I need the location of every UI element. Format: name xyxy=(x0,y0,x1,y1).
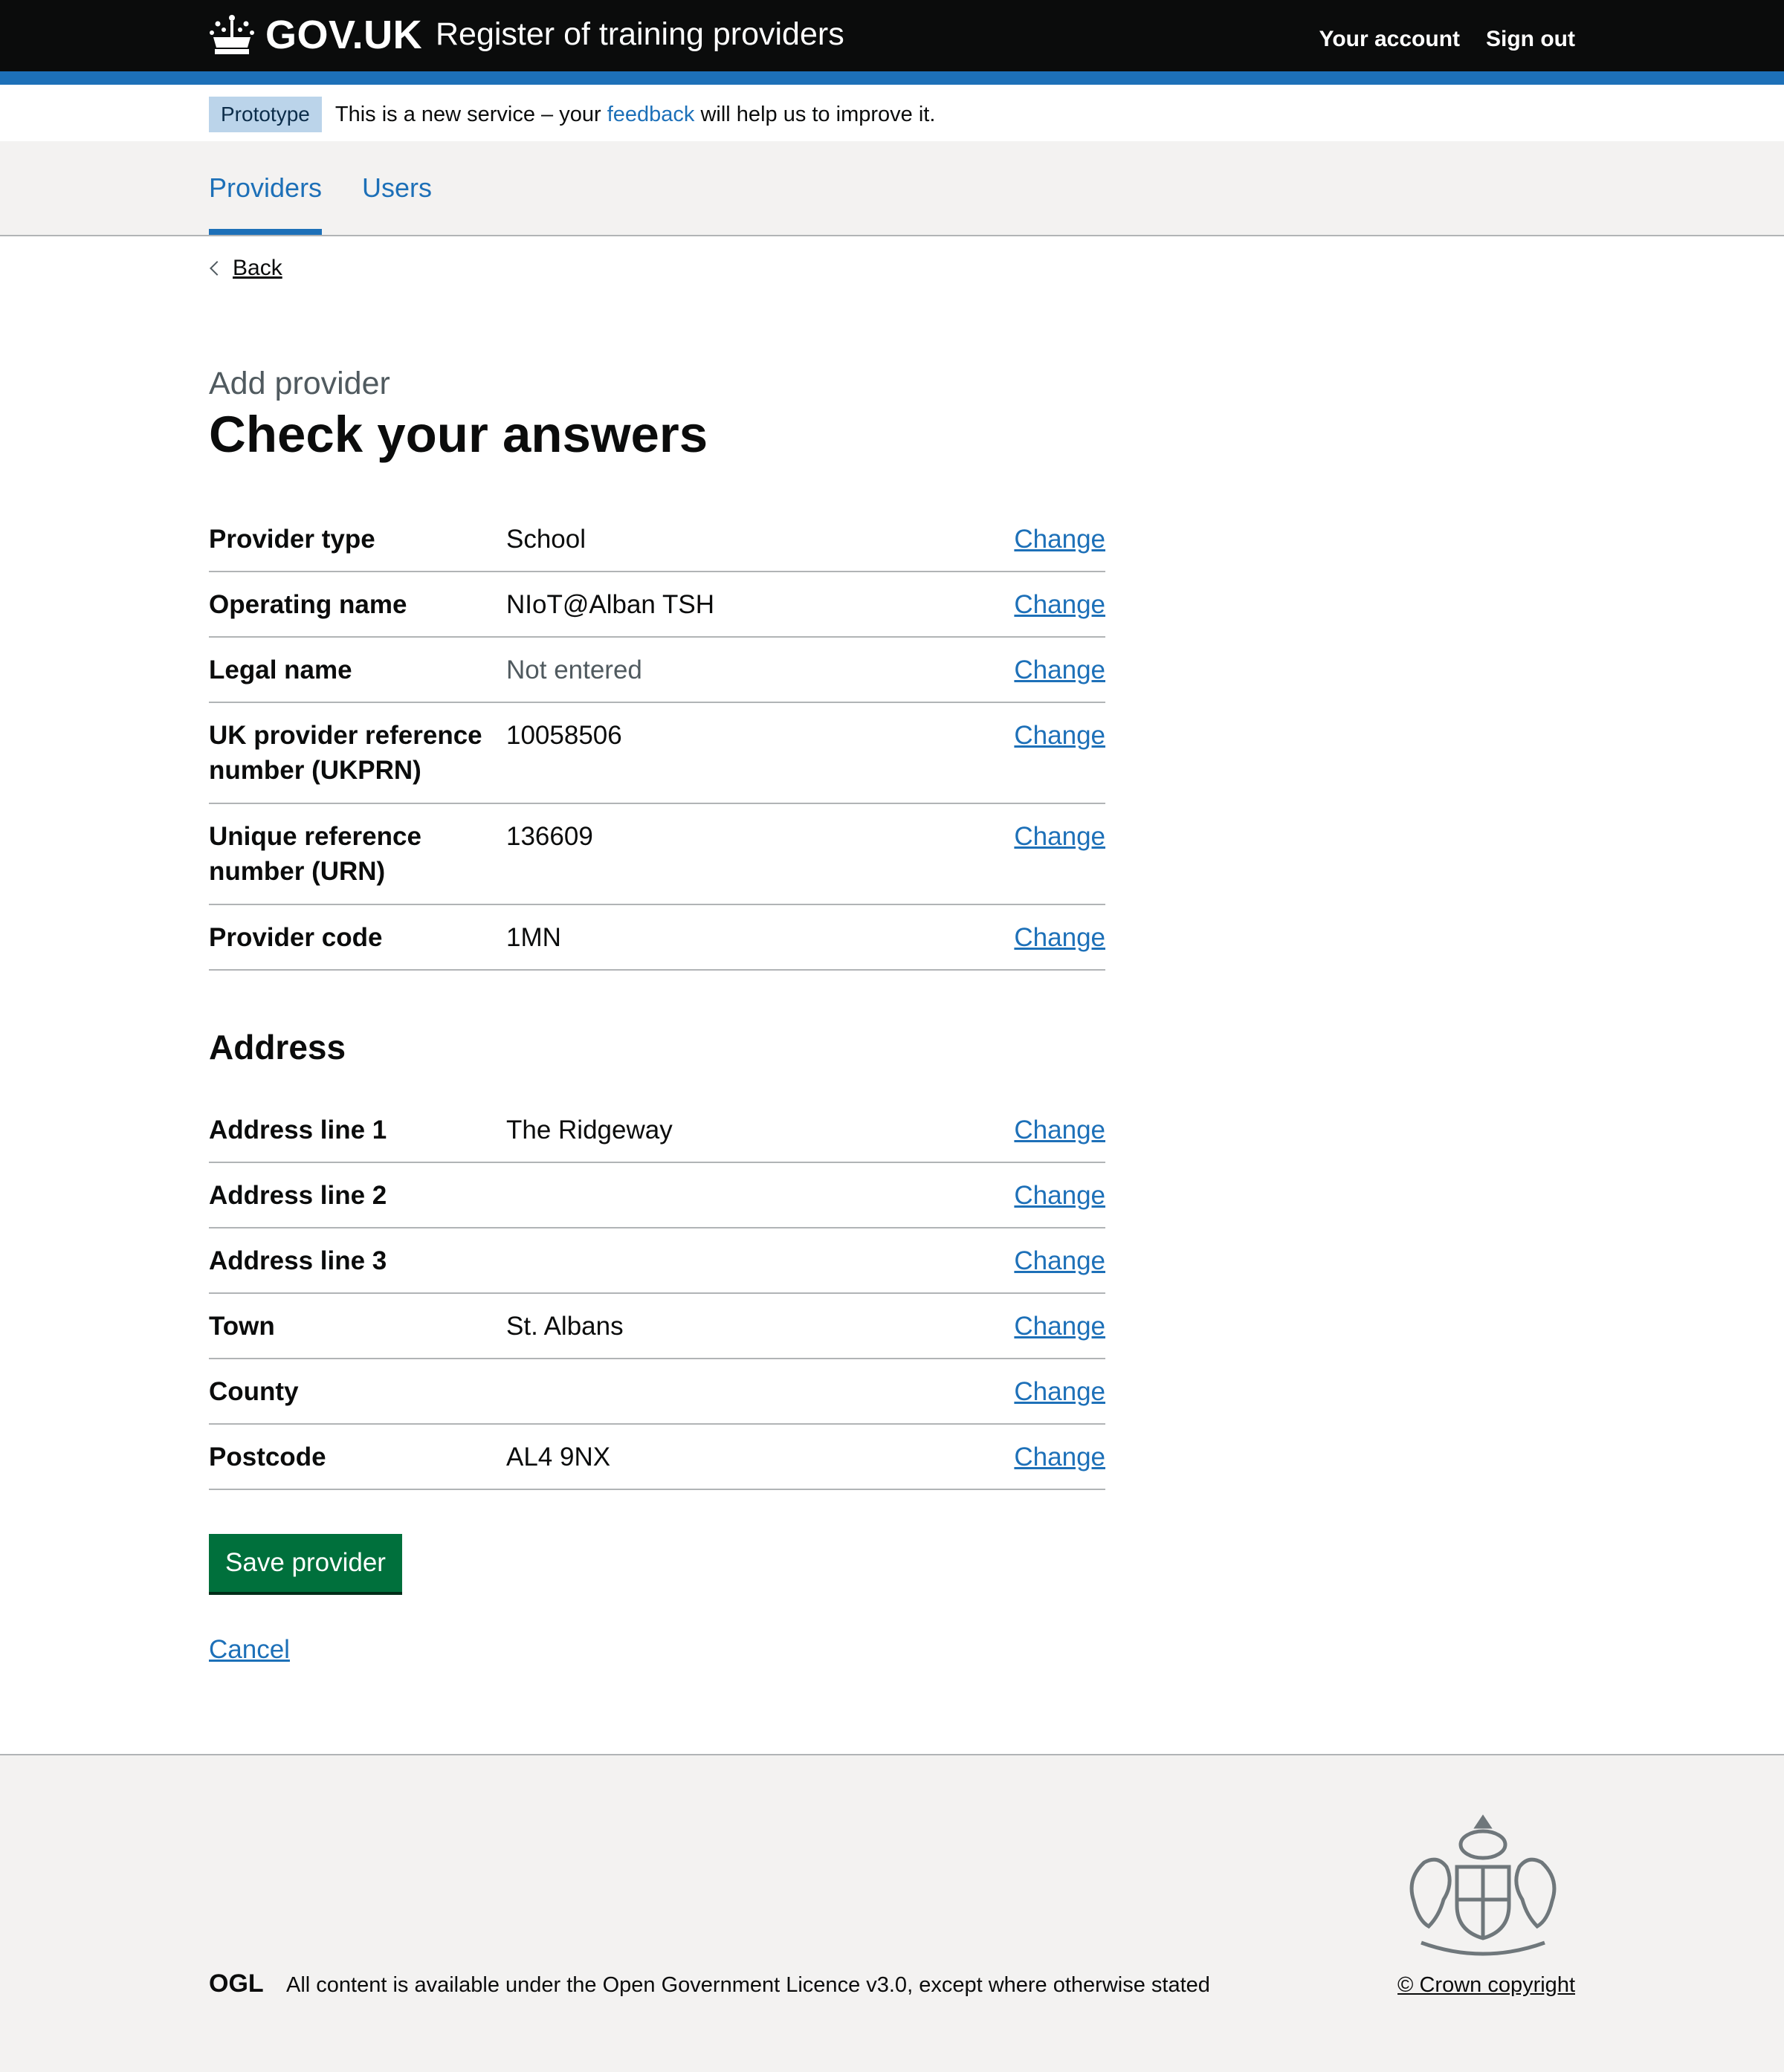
save-provider-button[interactable]: Save provider xyxy=(209,1534,402,1592)
summary-row-postcode: Postcode AL4 9NX Change xyxy=(209,1425,1105,1490)
licence-text: All content is available under the Open … xyxy=(286,1973,1210,1998)
header-stripe xyxy=(0,71,1784,85)
change-county-link[interactable]: Change xyxy=(1014,1374,1105,1409)
ogl-logo-text: OGL xyxy=(209,1971,264,1995)
nav-providers[interactable]: Providers xyxy=(209,141,323,235)
summary-row-town: Town St. Albans Change xyxy=(209,1294,1105,1359)
summary-value: St. Albans xyxy=(506,1312,624,1341)
summary-row-urn: Unique reference number (URN) 136609 Cha… xyxy=(209,804,1105,905)
ogl-logo-icon: OGL xyxy=(209,1971,264,1995)
chevron-left-icon xyxy=(210,261,224,276)
change-address-line-3-link[interactable]: Change xyxy=(1014,1243,1105,1278)
summary-row-provider-code: Provider code 1MN Change xyxy=(209,905,1105,971)
change-ukprn-link[interactable]: Change xyxy=(1014,718,1105,753)
change-address-line-1-link[interactable]: Change xyxy=(1014,1113,1105,1147)
phase-banner: Prototype This is a new service – your f… xyxy=(209,96,935,133)
summary-value: 136609 xyxy=(506,822,593,851)
feedback-link[interactable]: feedback xyxy=(607,103,695,126)
summary-key: Address line 3 xyxy=(209,1246,387,1275)
summary-row-county: County Change xyxy=(209,1359,1105,1425)
change-operating-name-link[interactable]: Change xyxy=(1014,587,1105,622)
summary-value: 1MN xyxy=(506,923,561,952)
summary-value: The Ridgeway xyxy=(506,1116,673,1145)
summary-row-address-line-2: Address line 2 Change xyxy=(209,1163,1105,1228)
change-town-link[interactable]: Change xyxy=(1014,1309,1105,1344)
summary-row-ukprn: UK provider reference number (UKPRN) 100… xyxy=(209,703,1105,804)
summary-row-address-line-3: Address line 3 Change xyxy=(209,1228,1105,1294)
crown-copyright-link[interactable]: © Crown copyright xyxy=(1397,1973,1575,1998)
summary-row-operating-name: Operating name NIoT@Alban TSH Change xyxy=(209,572,1105,638)
govuk-logo-link[interactable]: GOV.UK xyxy=(209,9,422,61)
summary-value: 10058506 xyxy=(506,721,622,750)
phase-text: This is a new service – your feedback wi… xyxy=(335,103,936,127)
summary-key: Legal name xyxy=(209,655,352,684)
phase-text-before: This is a new service – your xyxy=(334,102,607,126)
nav-users[interactable]: Users xyxy=(362,141,432,235)
ogl-licence-link[interactable]: Open Government Licence v3.0 xyxy=(603,1973,907,1997)
sign-out-link[interactable]: Sign out xyxy=(1486,27,1575,52)
summary-key: Postcode xyxy=(209,1443,326,1472)
summary-key: Address line 2 xyxy=(209,1181,387,1210)
logo-text: GOV.UK xyxy=(265,13,423,57)
summary-value: School xyxy=(506,525,586,554)
service-name-link[interactable]: Register of training providers xyxy=(436,16,844,53)
phase-tag: Prototype xyxy=(209,97,322,132)
summary-row-legal-name: Legal name Not entered Change xyxy=(209,638,1105,703)
account-nav: Your account Sign out xyxy=(1319,27,1575,52)
page-caption: Add provider xyxy=(209,366,390,401)
page-title: Check your answers xyxy=(209,406,708,463)
crown-icon xyxy=(210,15,254,54)
summary-row-address-line-1: Address line 1 The Ridgeway Change xyxy=(209,1098,1105,1163)
primary-navigation: Providers Users xyxy=(0,141,1784,236)
summary-key: Unique reference number (URN) xyxy=(209,822,421,886)
summary-key: Town xyxy=(209,1312,275,1341)
provider-summary-list: Provider type School Change Operating na… xyxy=(209,507,1105,971)
change-provider-type-link[interactable]: Change xyxy=(1014,522,1105,557)
summary-value: Not entered xyxy=(506,655,642,684)
back-link[interactable]: Back xyxy=(209,256,282,281)
summary-key: County xyxy=(209,1377,299,1406)
cancel-link[interactable]: Cancel xyxy=(209,1635,290,1665)
address-summary-list: Address line 1 The Ridgeway Change Addre… xyxy=(209,1098,1105,1490)
phase-text-after: will help us to improve it. xyxy=(694,102,936,126)
summary-key: Provider code xyxy=(209,923,383,952)
summary-key: Operating name xyxy=(209,590,407,619)
back-label: Back xyxy=(233,256,282,280)
your-account-link[interactable]: Your account xyxy=(1319,27,1460,52)
summary-key: UK provider reference number (UKPRN) xyxy=(209,721,482,785)
summary-row-provider-type: Provider type School Change xyxy=(209,507,1105,572)
change-address-line-2-link[interactable]: Change xyxy=(1014,1178,1105,1213)
change-urn-link[interactable]: Change xyxy=(1014,819,1105,854)
summary-key: Provider type xyxy=(209,525,375,554)
change-postcode-link[interactable]: Change xyxy=(1014,1440,1105,1474)
licence-before: All content is available under the xyxy=(286,1973,603,1997)
licence-after: , except where otherwise stated xyxy=(907,1973,1210,1997)
royal-coat-of-arms-icon xyxy=(1409,1814,1557,1956)
change-provider-code-link[interactable]: Change xyxy=(1014,920,1105,955)
summary-value: AL4 9NX xyxy=(506,1443,611,1472)
site-header: GOV.UK Register of training providers Yo… xyxy=(0,0,1784,71)
address-heading: Address xyxy=(209,1028,346,1066)
summary-value: NIoT@Alban TSH xyxy=(506,590,714,619)
summary-key: Address line 1 xyxy=(209,1116,387,1145)
change-legal-name-link[interactable]: Change xyxy=(1014,653,1105,687)
